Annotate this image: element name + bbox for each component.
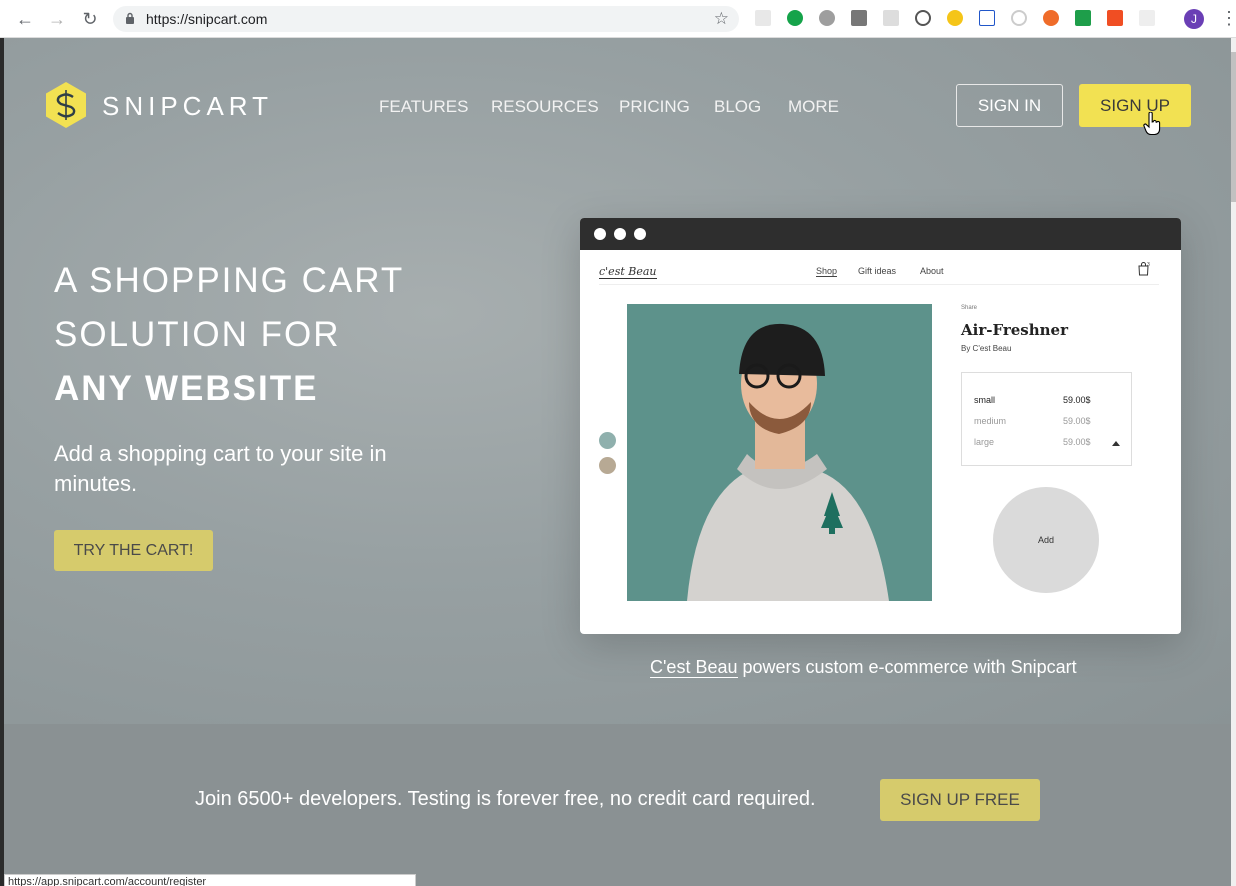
size-price: 59.00$ xyxy=(1063,437,1091,447)
nav-more[interactable]: MORE xyxy=(788,97,839,117)
window-dot xyxy=(634,228,646,240)
extension-icon[interactable] xyxy=(1139,10,1155,26)
nav-pricing[interactable]: PRICING xyxy=(619,97,690,117)
snipcart-hex-icon xyxy=(46,82,86,128)
product-brand: By C'est Beau xyxy=(961,344,1012,353)
size-option: large 59.00$ xyxy=(974,437,1091,447)
product-title: Air-Freshner xyxy=(961,321,1068,339)
sign-in-button[interactable]: SIGN IN xyxy=(956,84,1063,127)
profile-avatar[interactable]: J xyxy=(1184,9,1204,29)
product-photo xyxy=(627,304,932,601)
status-bar-url: https://app.snipcart.com/account/registe… xyxy=(4,874,416,886)
size-label: large xyxy=(974,437,995,447)
caption-text: powers custom e-commerce with Snipcart xyxy=(737,657,1077,677)
sign-up-button[interactable]: SIGN UP xyxy=(1079,84,1191,127)
page-content: SNIPCART FEATURES RESOURCES PRICING BLOG… xyxy=(4,38,1231,886)
browser-toolbar: ← → ↻ https://snipcart.com ☆ J ⋮ xyxy=(0,0,1236,38)
store-nav-shop: Shop xyxy=(816,266,838,277)
extension-icon[interactable] xyxy=(819,10,835,26)
signup-band-text: Join 6500+ developers. Testing is foreve… xyxy=(195,788,816,810)
share-label: Share xyxy=(961,305,978,311)
window-dot xyxy=(594,228,606,240)
logo-wordmark: SNIPCART xyxy=(102,91,273,121)
headline-line-3: ANY WEBSITE xyxy=(54,369,319,408)
caret-up-icon xyxy=(1112,441,1120,446)
extension-icon[interactable] xyxy=(979,10,995,26)
address-bar[interactable]: https://snipcart.com ☆ xyxy=(113,6,739,32)
nav-features[interactable]: FEATURES xyxy=(379,97,468,117)
extension-icon[interactable] xyxy=(1107,10,1123,26)
add-to-cart-button: Add xyxy=(993,487,1099,593)
cart-count: 3 xyxy=(1147,262,1150,268)
window-dot xyxy=(614,228,626,240)
bookmark-star-icon[interactable]: ☆ xyxy=(714,9,729,29)
showcase-caption: C'est Beau powers custom e-commerce with… xyxy=(650,657,1077,678)
lock-icon xyxy=(126,12,134,24)
url-text: https://snipcart.com xyxy=(146,11,268,27)
browser-menu-icon[interactable]: ⋮ xyxy=(1220,8,1236,29)
cest-beau-link[interactable]: C'est Beau xyxy=(650,657,738,678)
store-nav-gift-ideas: Gift ideas xyxy=(858,266,897,276)
back-icon[interactable]: ← xyxy=(14,8,36,30)
size-selector: small 59.00$ medium 59.00$ large 59.00$ xyxy=(961,372,1132,466)
product-thumbnail xyxy=(599,432,616,449)
grammarly-icon[interactable] xyxy=(787,10,803,26)
extension-icon[interactable] xyxy=(1011,10,1027,26)
nav-blog[interactable]: BLOG xyxy=(714,97,761,117)
hand-cursor-icon xyxy=(1143,112,1161,136)
size-price: 59.00$ xyxy=(1063,416,1091,426)
extension-icon[interactable] xyxy=(1043,10,1059,26)
cart-icon: 3 xyxy=(1138,262,1150,276)
extension-icon[interactable] xyxy=(1075,10,1091,26)
forward-icon[interactable]: → xyxy=(46,8,68,30)
size-price: 59.00$ xyxy=(1063,395,1091,405)
store-logo: c'est Beau xyxy=(599,265,657,279)
size-label: small xyxy=(974,395,996,405)
extension-icon[interactable] xyxy=(883,10,899,26)
size-label: medium xyxy=(974,416,1007,426)
headline-line-2: SOLUTION FOR xyxy=(54,315,341,354)
scrollbar-thumb[interactable] xyxy=(1231,52,1236,202)
headline-line-1: A SHOPPING CART xyxy=(54,261,405,300)
extension-icon[interactable] xyxy=(915,10,931,26)
hero-headline: A SHOPPING CART SOLUTION FOR ANY WEBSITE xyxy=(54,254,404,416)
nav-resources[interactable]: RESOURCES xyxy=(491,97,599,117)
extension-icon[interactable] xyxy=(755,10,771,26)
size-option: medium 59.00$ xyxy=(974,416,1091,426)
model-illustration xyxy=(627,304,932,601)
window-titlebar xyxy=(580,218,1181,250)
reload-icon[interactable]: ↻ xyxy=(79,8,101,30)
sign-up-free-button[interactable]: SIGN UP FREE xyxy=(880,779,1040,821)
hero-subtitle: Add a shopping cart to your site in minu… xyxy=(54,441,387,496)
size-option: small 59.00$ xyxy=(974,395,1091,405)
dark-mode-icon[interactable] xyxy=(947,10,963,26)
vue-devtools-icon[interactable] xyxy=(851,10,867,26)
store-header-divider xyxy=(599,284,1159,285)
scrollbar[interactable] xyxy=(1231,38,1236,886)
demo-store-window: c'est Beau Shop Gift ideas About 3 Share… xyxy=(580,218,1181,634)
try-the-cart-button[interactable]: TRY THE CART! xyxy=(54,530,213,571)
store-nav-about: About xyxy=(920,266,944,276)
product-thumbnail xyxy=(599,457,616,474)
